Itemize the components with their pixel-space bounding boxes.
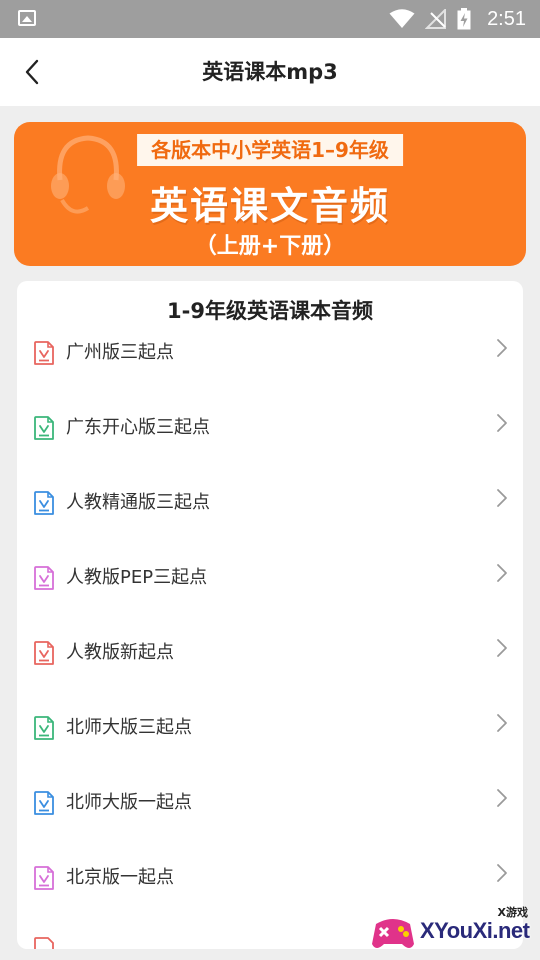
list-item[interactable]: 广东开心版三起点 — [17, 414, 523, 491]
list-item[interactable]: 人教版新起点 — [17, 639, 523, 716]
battery-charging-icon — [457, 8, 471, 30]
list-item[interactable]: 北师大版三起点 — [17, 714, 523, 791]
document-icon — [34, 341, 54, 365]
document-icon — [34, 716, 54, 740]
chevron-right-icon — [497, 564, 507, 582]
no-signal-icon — [425, 9, 447, 29]
watermark-text: XYouXi.net — [420, 918, 530, 943]
chevron-right-icon — [497, 489, 507, 507]
chevron-right-icon — [497, 864, 507, 882]
document-icon — [34, 937, 54, 949]
page-title: 英语课本mp3 — [202, 60, 338, 84]
list-item-label: 广东开心版三起点 — [66, 417, 210, 438]
list-item-label: 人教版PEP三起点 — [66, 567, 208, 588]
banner-headline: 英语课文音频 — [149, 184, 390, 228]
list-item[interactable]: 人教版PEP三起点 — [17, 564, 523, 641]
list-item[interactable]: 北师大版一起点 — [17, 789, 523, 866]
clock: 2:51 — [487, 7, 526, 30]
document-icon — [34, 566, 54, 590]
site-watermark: X游戏 XYouXi.net — [368, 904, 540, 960]
chevron-right-icon — [497, 714, 507, 732]
promo-banner[interactable]: 各版本中小学英语1–9年级 英语课文音频 （上册+下册） — [14, 122, 526, 266]
document-icon — [34, 791, 54, 815]
banner-subline: （上册+下册） — [194, 234, 346, 259]
chevron-right-icon — [497, 639, 507, 657]
document-icon — [34, 416, 54, 440]
list-item-label: 北师大版一起点 — [66, 792, 192, 813]
chevron-right-icon — [497, 414, 507, 432]
list-item-label: 北京版一起点 — [66, 867, 174, 888]
list-item-label: 人教精通版三起点 — [66, 492, 210, 513]
textbook-list-card: 1-9年级英语课本音频 广州版三起点广东开心版三起点 人教精通版三起点 人教版PEP… — [17, 281, 523, 949]
list-item-label: 人教版新起点 — [66, 642, 174, 663]
banner-tag: 各版本中小学英语1–9年级 — [137, 134, 403, 166]
status-bar: 2:51 — [0, 0, 540, 38]
document-icon — [34, 641, 54, 665]
list-item-label: 广州版三起点 — [66, 342, 174, 363]
list-item-label: 北师大版三起点 — [66, 717, 192, 738]
list-item[interactable]: 人教精通版三起点 — [17, 489, 523, 566]
gamepad-logo-icon — [372, 919, 414, 948]
list-item[interactable]: 广州版三起点 — [17, 339, 523, 416]
document-icon — [34, 491, 54, 515]
wifi-icon — [389, 9, 415, 28]
list-title: 1-9年级英语课本音频 — [167, 299, 373, 323]
chevron-right-icon — [497, 339, 507, 357]
app-header: 英语课本mp3 — [0, 38, 540, 106]
document-icon — [34, 866, 54, 890]
image-icon — [18, 10, 36, 26]
chevron-right-icon — [497, 789, 507, 807]
